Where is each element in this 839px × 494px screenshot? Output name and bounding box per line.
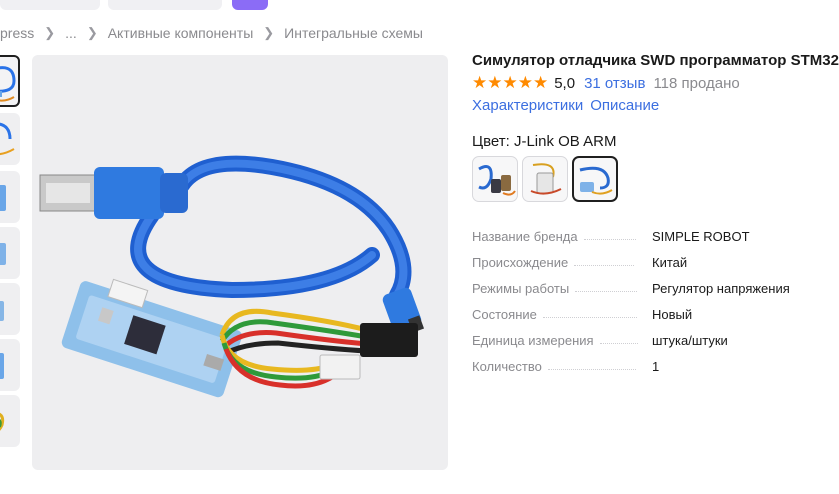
color-variant-3-selected[interactable] (572, 156, 618, 202)
top-pill-accent-button[interactable] (232, 0, 268, 10)
spec-value: штука/штуки (652, 333, 728, 348)
top-pill-middle[interactable] (108, 0, 222, 10)
star-rating-icon: ★★★★★ (472, 73, 549, 92)
thumbnail-6[interactable] (0, 339, 20, 391)
spec-key: Количество (472, 359, 542, 374)
color-variant-2[interactable] (522, 156, 568, 202)
chevron-right-icon: ❯ (44, 25, 56, 40)
color-variant-1[interactable] (472, 156, 518, 202)
spec-row-brand: Название бренда SIMPLE ROBOT (472, 218, 832, 244)
chevron-right-icon: ❯ (86, 25, 98, 40)
thumbnail-2[interactable] (0, 113, 20, 165)
breadcrumb: press ❯ ... ❯ Активные компоненты ❯ Инте… (0, 24, 423, 42)
specs-table: Название бренда SIMPLE ROBOT Происхожден… (472, 218, 832, 374)
breadcrumb-item-active-components[interactable]: Активные компоненты (108, 25, 254, 41)
spec-row-unit: Единица измерения штука/штуки (472, 322, 832, 348)
thumbnail-1[interactable] (0, 55, 20, 107)
characteristics-link[interactable]: Характеристики (472, 97, 583, 114)
spec-value: Новый (652, 307, 693, 322)
color-label: Цвет: J-Link OB ARM (472, 133, 617, 150)
spec-key: Происхождение (472, 255, 569, 270)
color-variants (472, 156, 622, 202)
thumbnail-5[interactable] (0, 283, 20, 335)
breadcrumb-item-ellipsis[interactable]: ... (65, 25, 77, 41)
reviews-link[interactable]: 31 отзыв (584, 75, 645, 92)
main-product-image[interactable] (32, 55, 448, 470)
top-pill-left[interactable] (0, 0, 100, 10)
spec-dots-divider (575, 291, 638, 292)
thumbnail-3[interactable] (0, 171, 20, 223)
spec-row-origin: Происхождение Китай (472, 244, 832, 270)
product-title: Симулятор отладчика SWD программатор STM… (472, 52, 839, 69)
spec-dots-divider (542, 317, 637, 318)
breadcrumb-item-store[interactable]: press (0, 25, 34, 41)
spec-row-modes: Режимы работы Регулятор напряжения (472, 270, 832, 296)
spec-dots-divider (574, 265, 635, 266)
spec-key: Состояние (472, 307, 537, 322)
thumbnail-7[interactable] (0, 395, 20, 447)
section-links: Характеристики Описание (472, 97, 666, 114)
chevron-right-icon: ❯ (263, 25, 275, 40)
spec-value: Регулятор напряжения (652, 281, 790, 296)
spec-row-condition: Состояние Новый (472, 296, 832, 322)
thumbnail-4[interactable] (0, 227, 20, 279)
spec-dots-divider (599, 343, 638, 344)
spec-value: Китай (652, 255, 688, 270)
spec-dots-divider (583, 239, 636, 240)
sold-count: 118 продано (653, 74, 740, 92)
product-info: Симулятор отладчика SWD программатор STM… (472, 50, 839, 374)
spec-key: Название бренда (472, 229, 578, 244)
spec-key: Единица измерения (472, 333, 594, 348)
rating-row: ★★★★★ 5,0 31 отзыв 118 продано (472, 73, 740, 93)
breadcrumb-item-integrated-circuits[interactable]: Интегральные схемы (284, 25, 423, 41)
spec-dots-divider (547, 369, 636, 370)
rating-value: 5,0 (554, 74, 576, 92)
spec-key: Режимы работы (472, 281, 570, 296)
description-link[interactable]: Описание (590, 97, 659, 114)
spec-value: SIMPLE ROBOT (652, 229, 750, 244)
spec-value: 1 (652, 359, 660, 374)
spec-row-quantity: Количество 1 (472, 348, 832, 374)
